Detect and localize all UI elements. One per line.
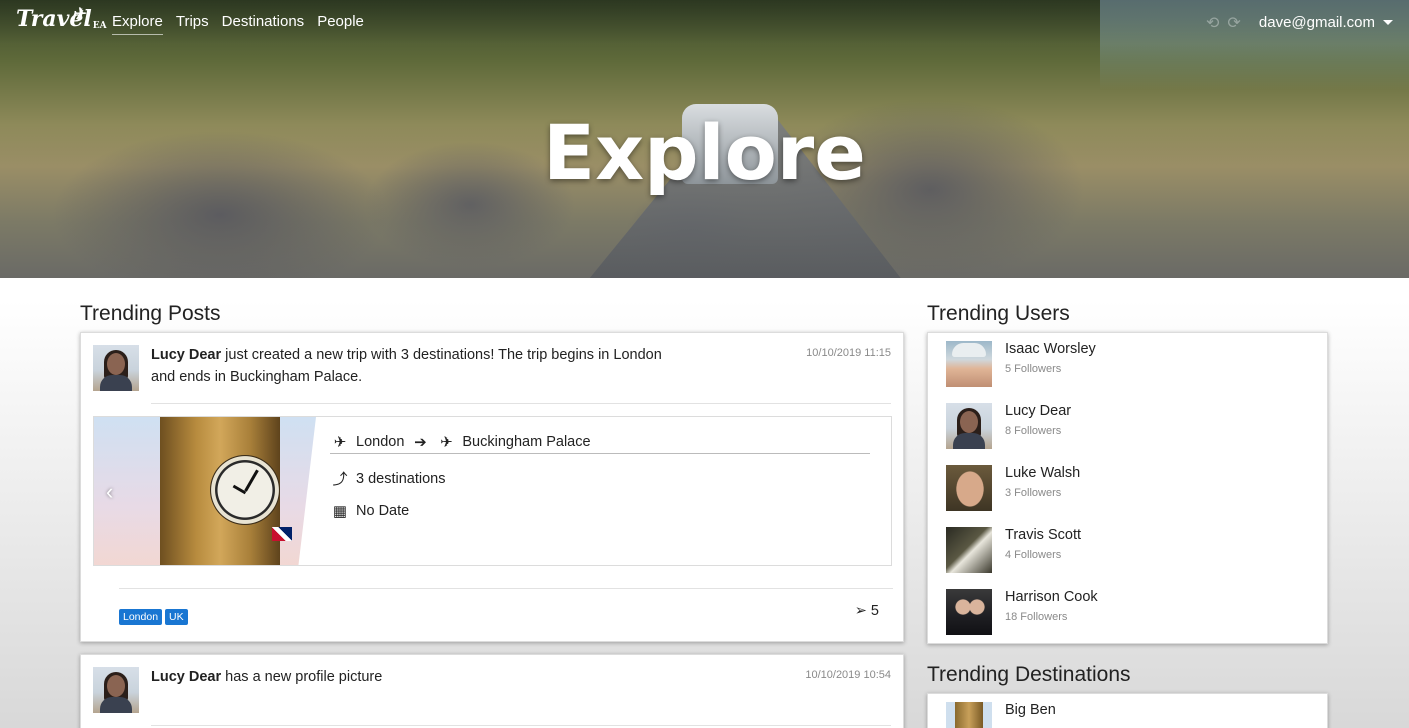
- user-followers: 18 Followers: [1005, 611, 1068, 623]
- chevron-left-icon[interactable]: ‹: [106, 479, 113, 505]
- trending-destinations-heading: Trending Destinations: [927, 663, 1131, 686]
- top-navbar: TravelEA ✈ Explore Trips Destinations Pe…: [0, 0, 1409, 44]
- post-timestamp: 10/10/2019 11:15: [806, 347, 891, 359]
- destination-name: Big Ben: [1005, 702, 1056, 718]
- user-name: Harrison Cook: [1005, 589, 1098, 605]
- trip-route: ✈ London ➔ ✈ Buckingham Palace: [330, 433, 591, 451]
- post-text: Lucy Dear has a new profile picture: [151, 666, 711, 688]
- divider: [119, 588, 893, 589]
- post-card: Lucy Dear just created a new trip with 3…: [80, 332, 904, 642]
- user-name: Isaac Worsley: [1005, 341, 1096, 357]
- user-item[interactable]: Lucy Dear 8 Followers: [946, 403, 1306, 451]
- trip-destinations: ⤴ 3 destinations: [330, 468, 445, 489]
- like-button[interactable]: ➢ 5: [855, 603, 879, 619]
- user-item[interactable]: Travis Scott 4 Followers: [946, 527, 1306, 575]
- user-item[interactable]: Luke Walsh 3 Followers: [946, 465, 1306, 513]
- post-message: just created a new trip with 3 destinati…: [225, 347, 662, 363]
- user-name: Luke Walsh: [1005, 465, 1081, 481]
- undo-redo-icons[interactable]: ⟲⟳: [1206, 13, 1249, 33]
- trip-from: London: [356, 434, 405, 450]
- post-message: has a new profile picture: [225, 669, 383, 685]
- trending-users-heading: Trending Users: [927, 302, 1070, 325]
- post-card: Lucy Dear has a new profile picture 10/1…: [80, 654, 904, 728]
- user-name: Lucy Dear: [1005, 403, 1072, 419]
- user-followers: 4 Followers: [1005, 549, 1062, 561]
- trip-image: [94, 417, 316, 565]
- trending-posts-heading: Trending Posts: [80, 302, 221, 325]
- trending-destinations-card: Big Ben: [927, 693, 1328, 728]
- calendar-icon: ▦: [332, 503, 348, 520]
- user-item[interactable]: Harrison Cook 18 Followers: [946, 589, 1306, 637]
- trip-date: ▦ No Date: [330, 502, 409, 520]
- avatar: [946, 403, 992, 449]
- nav-links: Explore Trips Destinations People: [112, 13, 364, 35]
- post-message-line2: and ends in Buckingham Palace.: [151, 369, 363, 385]
- user-menu[interactable]: dave@gmail.com: [1259, 14, 1393, 31]
- plane-icon: ✈: [72, 4, 86, 23]
- avatar: [946, 341, 992, 387]
- post-author[interactable]: Lucy Dear: [151, 669, 221, 685]
- trip-to: Buckingham Palace: [462, 434, 591, 450]
- divider: [151, 403, 891, 404]
- user-item[interactable]: Isaac Worsley 5 Followers: [946, 341, 1306, 389]
- destination-image: [946, 702, 992, 728]
- trip-preview[interactable]: ‹ ✈ London ➔ ✈ Buckingham Palace ⤴ 3 des…: [93, 416, 892, 566]
- arrow-right-icon: ➔: [414, 434, 427, 451]
- hero-title: Explore: [543, 108, 866, 197]
- user-email: dave@gmail.com: [1258, 14, 1375, 31]
- post-text: Lucy Dear just created a new trip with 3…: [151, 344, 711, 388]
- post-tags: London UK: [119, 607, 191, 625]
- brand-suffix: EA: [92, 21, 107, 31]
- avatar: [946, 527, 992, 573]
- route-underline: [330, 453, 870, 454]
- user-followers: 5 Followers: [1005, 363, 1062, 375]
- like-count: 5: [870, 603, 879, 619]
- avatar: [946, 589, 992, 635]
- avatar[interactable]: [93, 667, 139, 713]
- nav-explore[interactable]: Explore: [112, 13, 163, 35]
- brand-logo[interactable]: TravelEA ✈: [16, 4, 107, 38]
- divider: [151, 725, 891, 726]
- user-name: Travis Scott: [1005, 527, 1082, 543]
- avatar: [946, 465, 992, 511]
- trending-users-card: Isaac Worsley 5 Followers Lucy Dear 8 Fo…: [927, 332, 1328, 644]
- tag-london[interactable]: London: [119, 609, 163, 625]
- post-timestamp: 10/10/2019 10:54: [805, 669, 891, 681]
- user-followers: 3 Followers: [1005, 487, 1062, 499]
- destination-item[interactable]: Big Ben: [946, 702, 1306, 728]
- plane-arrival-icon: ✈: [440, 434, 453, 451]
- paper-plane-icon: ➢: [854, 603, 867, 619]
- plane-departure-icon: ✈: [333, 434, 347, 451]
- trip-destinations-count: 3 destinations: [356, 470, 446, 487]
- nav-people[interactable]: People: [317, 13, 364, 35]
- nav-trips[interactable]: Trips: [176, 13, 209, 35]
- route-icon: ⤴: [332, 471, 348, 488]
- chevron-down-icon: [1383, 20, 1393, 25]
- user-followers: 8 Followers: [1005, 425, 1062, 437]
- avatar[interactable]: [93, 345, 139, 391]
- nav-destinations[interactable]: Destinations: [222, 13, 305, 35]
- post-author[interactable]: Lucy Dear: [151, 347, 221, 363]
- trip-date-value: No Date: [356, 503, 410, 519]
- tag-uk[interactable]: UK: [165, 609, 188, 625]
